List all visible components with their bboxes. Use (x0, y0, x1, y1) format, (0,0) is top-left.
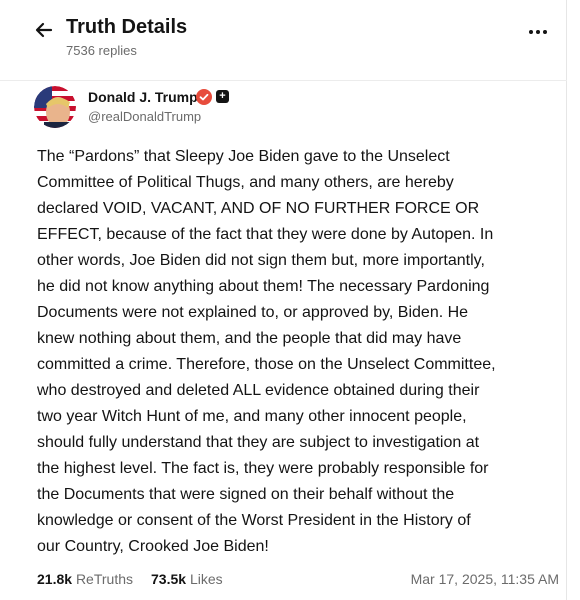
post-timestamp: Mar 17, 2025, 11:35 AM (410, 571, 559, 587)
retruths-count: 21.8k (37, 571, 73, 587)
back-button[interactable] (30, 16, 58, 44)
likes-count: 73.5k (151, 571, 187, 587)
page-title: Truth Details (66, 16, 188, 38)
author-name[interactable]: Donald J. Trump (88, 89, 198, 105)
arrow-left-icon (35, 22, 53, 38)
plus-badge-icon: + (216, 90, 229, 103)
post-footer: 21.8k ReTruths 73.5k Likes Mar 17, 2025,… (37, 568, 559, 592)
likes-label: Likes (189, 571, 223, 587)
likes-stat[interactable]: 73.5k Likes (151, 571, 223, 587)
post-body: The “Pardons” that Sleepy Joe Biden gave… (37, 148, 496, 555)
verified-badge-icon (196, 89, 212, 105)
avatar[interactable] (34, 86, 76, 128)
more-horizontal-icon (529, 30, 533, 34)
reply-count: 7536 replies (66, 43, 137, 58)
page-header: Truth Details 7536 replies (0, 0, 567, 81)
truth-details-panel: Truth Details 7536 replies Donald J. Tru… (0, 0, 567, 600)
more-options-button[interactable] (524, 20, 552, 44)
retruths-label: ReTruths (75, 571, 133, 587)
author-handle[interactable]: @realDonaldTrump (88, 109, 201, 124)
retruths-stat[interactable]: 21.8k ReTruths (37, 571, 133, 587)
post-author: Donald J. Trump + @realDonaldTrump (34, 86, 554, 130)
